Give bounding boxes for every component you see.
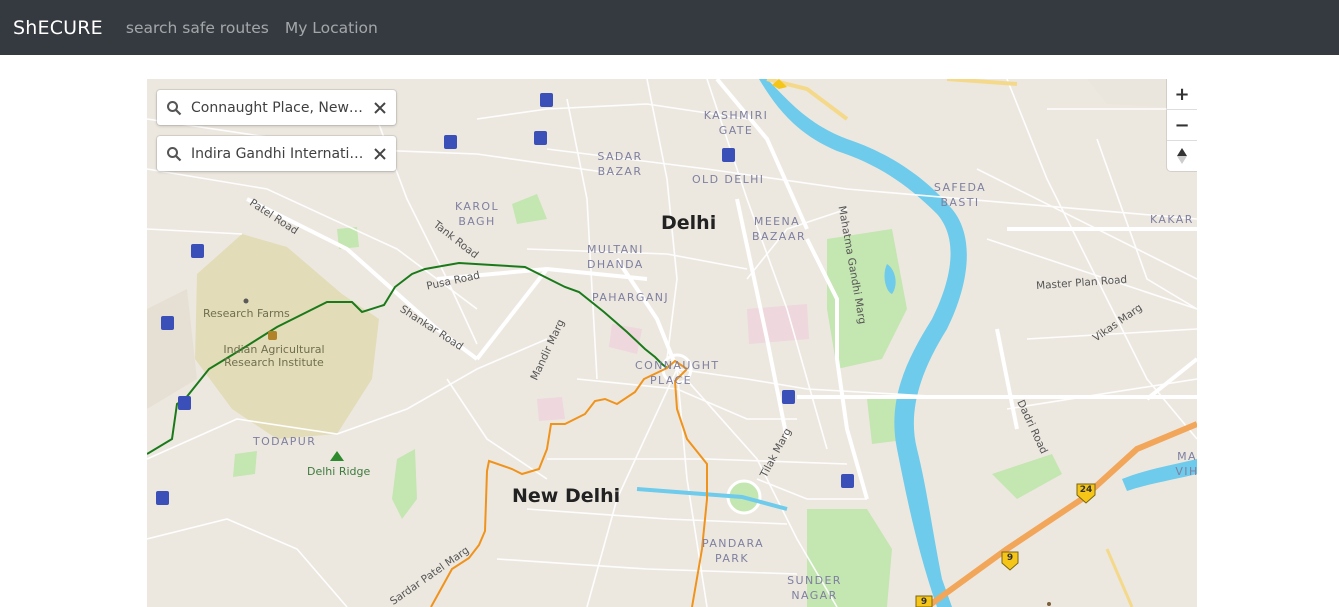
hospital-area xyxy=(747,304,809,344)
park-area xyxy=(392,449,417,519)
label-old-delhi: OLD DELHI xyxy=(692,173,765,186)
label-meena-bazaar: MEENA BAZAAR xyxy=(752,215,807,243)
park-area xyxy=(233,451,257,477)
label-safeda-basti: SAFEDA BASTI xyxy=(933,181,987,209)
shield-24-label: 24 xyxy=(1079,485,1093,495)
zoom-controls: + − xyxy=(1167,79,1197,171)
origin-search-box[interactable]: Connaught Place, New Delhi, Delhi xyxy=(157,90,396,125)
rajpath-canal xyxy=(636,487,788,511)
destination-input[interactable]: Indira Gandhi International Airport xyxy=(191,146,364,162)
search-icon xyxy=(157,100,191,116)
label-research-farms: Research Farms xyxy=(203,307,290,320)
poi-dot xyxy=(243,298,249,304)
label-pandara-park: PANDARA PARK xyxy=(702,537,765,565)
close-icon[interactable] xyxy=(364,147,396,161)
nav-my-location[interactable]: My Location xyxy=(285,19,378,37)
compass-button[interactable] xyxy=(1167,141,1197,171)
park-area xyxy=(992,454,1062,499)
label-delhi-ridge: Delhi Ridge xyxy=(307,465,371,478)
ridge-area xyxy=(147,289,197,409)
close-icon[interactable] xyxy=(364,101,396,115)
park-area xyxy=(512,194,547,224)
label-connaught-place: CONNAUGHT PLACE xyxy=(635,359,720,387)
hospital-area xyxy=(537,397,565,421)
shield-9-label: 9 xyxy=(1006,553,1014,563)
label-iari: Indian Agricultural Research Institute xyxy=(223,343,325,369)
hospital-area xyxy=(609,324,642,354)
label-ma-vih: MA VIH xyxy=(1175,450,1197,478)
compass-icon xyxy=(1177,148,1187,164)
label-kakar: KAKAR xyxy=(1150,213,1194,226)
destination-search-box[interactable]: Indira Gandhi International Airport xyxy=(157,136,396,171)
zoom-out-button[interactable]: − xyxy=(1167,110,1197,141)
shield-9-label: 9 xyxy=(920,597,928,607)
brand-logo[interactable]: ShECURE xyxy=(13,17,103,39)
label-kashmiri-gate: KASHMIRI GATE xyxy=(703,109,769,137)
label-paharganj: PAHARGANJ xyxy=(592,291,670,304)
search-icon xyxy=(157,146,191,162)
tree-icon xyxy=(330,451,344,461)
iari-area xyxy=(195,234,379,439)
secondary-road xyxy=(1105,548,1134,607)
nav-search-safe-routes[interactable]: search safe routes xyxy=(126,19,269,37)
institute-icon xyxy=(268,331,277,340)
navbar: ShECURE search safe routes My Location xyxy=(0,0,1339,55)
label-city-new-delhi: New Delhi xyxy=(512,485,621,507)
poi-dot xyxy=(1047,602,1051,606)
label-todapur: TODAPUR xyxy=(253,435,317,448)
origin-input[interactable]: Connaught Place, New Delhi, Delhi xyxy=(191,100,364,116)
map-canvas[interactable]: KASHMIRI GATE SADAR BAZAR OLD DELHI SAFE… xyxy=(147,79,1197,607)
zoom-in-button[interactable]: + xyxy=(1167,79,1197,110)
label-sadar-bazar: SADAR BAZAR xyxy=(597,150,643,178)
label-karol-bagh: KAROL BAGH xyxy=(455,200,499,228)
label-sunder-nagar: SUNDER NAGAR xyxy=(787,574,842,602)
label-city-delhi: Delhi xyxy=(661,212,717,234)
highway-nh24 xyxy=(925,421,1197,607)
label-multani-dhanda: MULTANI DHANDA xyxy=(587,243,644,271)
